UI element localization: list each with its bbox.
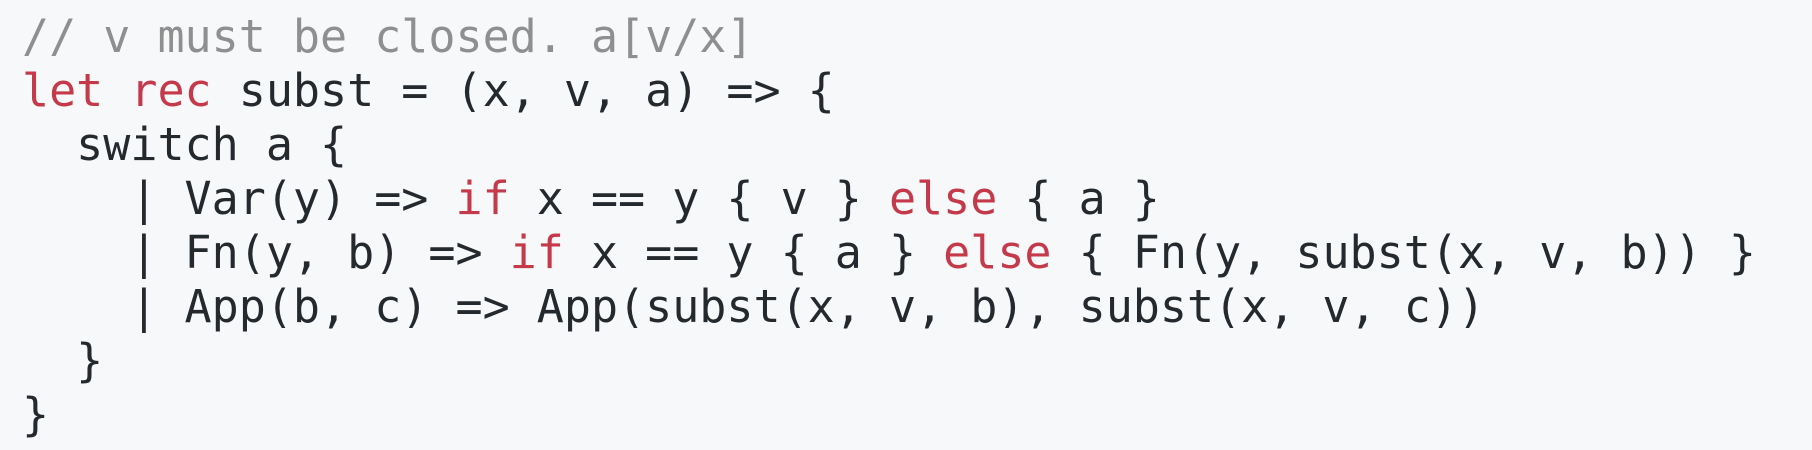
- code-keyword: else: [943, 226, 1052, 279]
- code-text: | Fn(y, b) =>: [22, 226, 510, 279]
- code-text: { a }: [997, 172, 1160, 225]
- code-line: }: [22, 388, 1812, 442]
- code-text: x == y { v }: [509, 172, 889, 225]
- code-block: // v must be closed. a[v/x] let rec subst…: [0, 0, 1812, 450]
- code-keyword: rec: [130, 64, 212, 117]
- code-line: switch a {: [22, 118, 1812, 172]
- code-text: x == y { a }: [563, 226, 944, 279]
- code-line: | Fn(y, b) => if x == y { a } else { Fn(…: [22, 226, 1812, 280]
- code-keyword: else: [888, 172, 998, 225]
- code-line: | Var(y) => if x == y { v } else { a }: [22, 172, 1812, 226]
- code-text: subst = (x, v, a) => {: [211, 64, 835, 117]
- code-text: { Fn(y, subst(x, v, b)) }: [1051, 226, 1756, 279]
- code-keyword: if: [509, 226, 564, 279]
- code-text: }: [22, 388, 50, 441]
- code-keyword: let: [22, 64, 104, 117]
- code-line: let rec subst = (x, v, a) => {: [22, 64, 1812, 118]
- code-text: | Var(y) =>: [22, 172, 456, 225]
- code-line: // v must be closed. a[v/x]: [22, 10, 1812, 64]
- code-line: }: [22, 334, 1812, 388]
- code-text: switch a {: [22, 118, 348, 171]
- code-comment: // v must be closed. a[v/x]: [22, 10, 754, 63]
- code-text: }: [22, 334, 104, 387]
- code-text: | App(b, c) => App(subst(x, v, b), subst…: [22, 280, 1485, 333]
- code-keyword: if: [455, 172, 510, 225]
- code-line: | App(b, c) => App(subst(x, v, b), subst…: [22, 280, 1812, 334]
